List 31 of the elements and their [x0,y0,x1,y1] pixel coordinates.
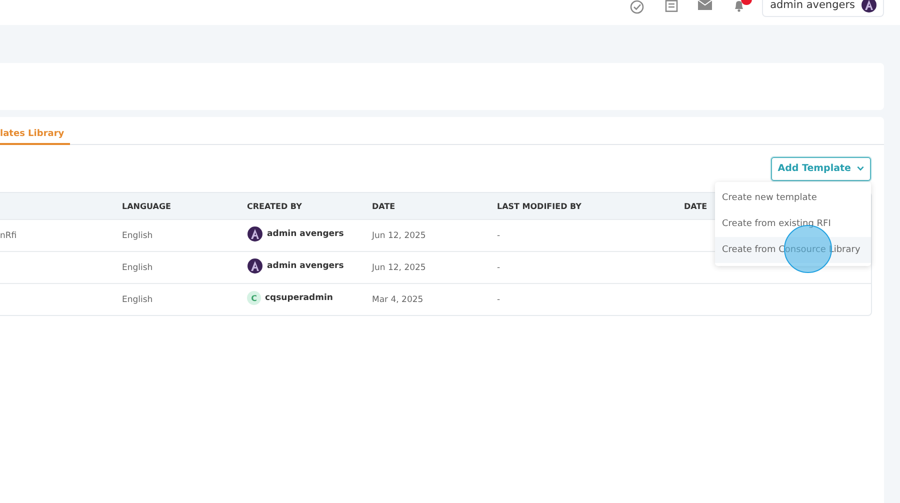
avatar-icon [861,0,877,13]
menu-item[interactable]: Create from existing RFI [715,211,871,237]
table-cell: - [497,262,500,272]
column-header: DATE [372,202,396,210]
user-name: cqsuperadmin [265,293,333,303]
user-name: admin avengers [267,261,344,271]
avatar-icon [247,226,263,242]
user-name: admin avengers [267,229,344,239]
table-cell: English [122,230,153,240]
chevron-down-icon [857,166,864,171]
avatar: C [247,291,261,305]
table-cell: nRfi [0,230,17,240]
table-cell: English [122,262,153,272]
table-cell: - [497,294,500,304]
document-icon[interactable] [664,0,678,12]
table-cell: Mar 4, 2025 [372,294,424,304]
menu-item[interactable]: Create new template [715,185,871,211]
table-cell: - [497,230,500,240]
mail-icon[interactable] [698,0,712,10]
column-header: LAST MODIFIED BY [497,202,582,210]
table-cell: Jun 12, 2025 [372,262,426,272]
add-template-button[interactable]: Add Template [770,156,871,180]
table-cell: English [122,294,153,304]
table-cell: Jun 12, 2025 [372,230,426,240]
column-header: LANGUAGE [122,202,172,210]
check-circle-icon[interactable] [630,0,644,14]
column-header: CREATED BY [247,202,302,210]
column-header: DATE [684,202,708,210]
avatar-icon [247,258,263,274]
user-menu[interactable]: admin avengers [762,0,884,17]
bell-icon[interactable] [733,0,746,12]
